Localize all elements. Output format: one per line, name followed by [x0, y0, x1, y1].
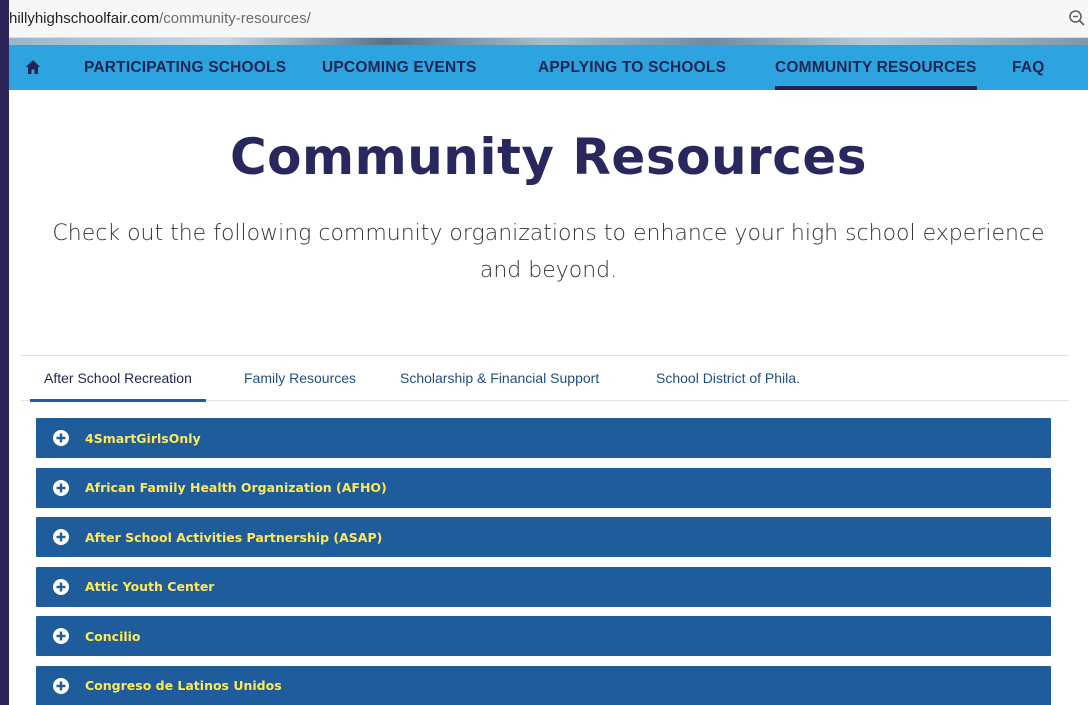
accordion-item-congreso[interactable]: Congreso de Latinos Unidos [36, 665, 1051, 705]
accordion-label: Concilio [85, 628, 141, 644]
accordion-label: Congreso de Latinos Unidos [85, 678, 282, 693]
url-text[interactable]: hillyhighschoolfair.com/community-resour… [9, 10, 311, 27]
accordion-item-attic-youth-center[interactable]: Attic Youth Center [36, 566, 1051, 607]
nav-applying-to-schools[interactable]: APPLYING TO SCHOOLS [538, 45, 726, 90]
nav-participating-schools[interactable]: PARTICIPATING SCHOOLS [84, 45, 286, 90]
plus-circle-icon [53, 677, 69, 694]
accordion-label: 4SmartGirlsOnly [85, 430, 201, 446]
accordion-item-concilio[interactable]: Concilio [36, 616, 1051, 656]
browser-page: hillyhighschoolfair.com/community-resour… [9, 0, 1088, 705]
accordion-item-afho[interactable]: African Family Health Organization (AFHO… [36, 467, 1051, 508]
url-domain: hillyhighschoolfair.com [9, 10, 160, 27]
organization-accordion: 4SmartGirlsOnly African Family Health Or… [36, 418, 1051, 705]
address-bar[interactable]: hillyhighschoolfair.com/community-resour… [9, 0, 1088, 38]
tab-school-district[interactable]: School District of Phila. [656, 356, 800, 400]
accordion-label: African Family Health Organization (AFHO… [85, 480, 387, 495]
tab-after-school-recreation[interactable]: After School Recreation [30, 356, 206, 402]
hero-image-strip [9, 38, 1088, 45]
plus-circle-icon [53, 430, 69, 446]
plus-circle-icon [53, 628, 69, 644]
tab-family-resources[interactable]: Family Resources [244, 356, 356, 400]
main-navigation: PARTICIPATING SCHOOLS UPCOMING EVENTS AP… [9, 45, 1088, 90]
intro-text: Check out the following community organi… [52, 221, 1045, 283]
accordion-label: Attic Youth Center [85, 579, 215, 594]
accordion-item-4smartgirlsonly[interactable]: 4SmartGirlsOnly [36, 418, 1051, 458]
plus-circle-icon [53, 479, 69, 496]
zoom-icon[interactable] [1068, 9, 1086, 27]
accordion-label: After School Activities Partnership (ASA… [85, 529, 383, 545]
nav-community-resources[interactable]: COMMUNITY RESOURCES [775, 45, 977, 90]
home-icon[interactable] [25, 59, 41, 75]
url-path: /community-resources/ [159, 10, 311, 27]
plus-circle-icon [53, 529, 69, 545]
page-title: Community Resources [229, 128, 868, 186]
nav-upcoming-events[interactable]: UPCOMING EVENTS [322, 45, 477, 90]
plus-circle-icon [53, 578, 69, 595]
resource-tabs: After School Recreation Family Resources… [21, 355, 1069, 402]
accordion-item-asap[interactable]: After School Activities Partnership (ASA… [36, 517, 1051, 557]
tab-scholarship-financial-support[interactable]: Scholarship & Financial Support [400, 356, 599, 400]
nav-faq[interactable]: FAQ [1012, 45, 1044, 90]
